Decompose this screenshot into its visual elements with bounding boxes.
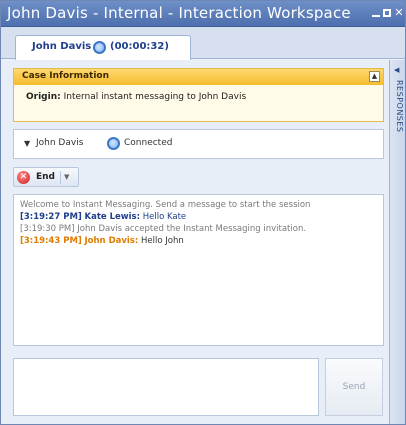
close-icon[interactable]: ✕ xyxy=(393,7,405,19)
case-information-panel: Case Information ▲ Origin: Internal inst… xyxy=(13,68,384,122)
window-title: John Davis - Internal - Interaction Work… xyxy=(7,4,351,22)
tab-john-davis[interactable]: John Davis (00:00:32) xyxy=(15,35,191,60)
case-information-header[interactable]: Case Information ▲ xyxy=(14,69,383,85)
message-input[interactable] xyxy=(13,358,319,416)
transcript-message: [3:19:27 PM] Kate Lewis: Hello Kate xyxy=(20,211,377,223)
interaction-workspace-window: John Davis - Internal - Interaction Work… xyxy=(0,0,406,425)
message-time: [3:19:27 PM] xyxy=(20,212,82,222)
tab-timer: (00:00:32) xyxy=(110,41,169,52)
responses-sidebar[interactable]: ◀ RESPONSES xyxy=(389,60,405,424)
collapse-icon[interactable]: ▲ xyxy=(369,71,380,82)
title-bar[interactable]: John Davis - Internal - Interaction Work… xyxy=(1,1,405,27)
party-name[interactable]: John Davis xyxy=(36,138,83,148)
party-status: Connected xyxy=(124,138,173,148)
message-sender: John Davis: xyxy=(84,236,139,246)
origin-label: Origin: xyxy=(26,92,61,102)
end-button[interactable]: ✕ End ▼ xyxy=(13,167,79,187)
transcript-message: [3:19:43 PM] John Davis: Hello John xyxy=(20,235,377,247)
tab-label: John Davis xyxy=(32,41,92,52)
connected-status-icon xyxy=(93,41,106,54)
connected-status-icon xyxy=(107,137,120,150)
chevron-down-icon[interactable]: ▼ xyxy=(64,173,69,181)
interaction-tab-strip: John Davis (00:00:32) xyxy=(1,27,405,60)
button-divider xyxy=(60,171,61,184)
case-origin: Origin: Internal instant messaging to Jo… xyxy=(26,92,246,102)
origin-value: Internal instant messaging to John Davis xyxy=(63,92,247,102)
transcript-message: [3:19:30 PM] John Davis accepted the Ins… xyxy=(20,223,377,235)
message-sender: Kate Lewis: xyxy=(84,212,141,222)
responses-label: RESPONSES xyxy=(395,80,404,133)
chevron-down-icon[interactable]: ▼ xyxy=(24,139,30,148)
interaction-content: Case Information ▲ Origin: Internal inst… xyxy=(1,60,389,424)
message-text: [3:19:30 PM] John Davis accepted the Ins… xyxy=(20,224,307,234)
message-text: Hello Kate xyxy=(142,212,187,222)
message-text: Welcome to Instant Messaging. Send a mes… xyxy=(20,200,311,210)
expand-icon[interactable]: ◀ xyxy=(394,66,399,74)
maximize-icon[interactable] xyxy=(381,7,393,19)
message-time: [3:19:43 PM] xyxy=(20,236,82,246)
chat-transcript[interactable]: Welcome to Instant Messaging. Send a mes… xyxy=(13,194,384,346)
transcript-message: Welcome to Instant Messaging. Send a mes… xyxy=(20,199,377,211)
end-button-label: End xyxy=(36,172,55,182)
case-information-title: Case Information xyxy=(22,71,109,81)
party-bar: ▼ John Davis Connected xyxy=(13,129,384,159)
send-button[interactable]: Send xyxy=(325,358,383,416)
message-text: Hello John xyxy=(140,236,184,246)
end-call-icon: ✕ xyxy=(17,171,30,184)
